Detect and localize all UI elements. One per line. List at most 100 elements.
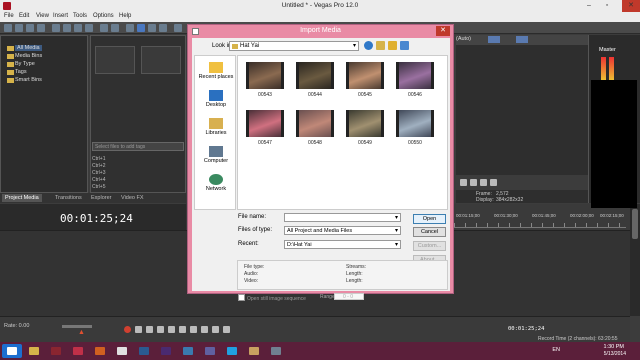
app2-icon[interactable] <box>178 344 198 358</box>
preview-overlay-icon[interactable] <box>516 36 528 43</box>
vertical-scrollbar[interactable] <box>630 204 640 316</box>
tab-video-fx[interactable]: Video FX <box>118 194 147 202</box>
tree-all-media[interactable]: All Media <box>15 45 42 51</box>
place-desktop[interactable]: Desktop <box>195 90 237 108</box>
loop-icon[interactable] <box>135 326 142 333</box>
media-icon[interactable] <box>68 344 88 358</box>
file-item[interactable]: 00545 <box>346 62 384 102</box>
paste-icon[interactable] <box>85 24 93 32</box>
minimize-button[interactable]: – <box>580 0 598 12</box>
stop-icon[interactable] <box>179 326 186 333</box>
open-icon[interactable] <box>15 24 23 32</box>
tab-transitions[interactable]: Transitions <box>52 194 85 202</box>
paint-icon[interactable] <box>244 344 264 358</box>
tree-smart-bins[interactable]: Smart Bins <box>15 77 42 83</box>
redo-icon[interactable] <box>111 24 119 32</box>
tags-input[interactable]: Select files to add tags <box>92 142 184 151</box>
preview-grid-icon[interactable] <box>488 36 500 43</box>
menu-file[interactable]: File <box>4 13 14 19</box>
premiere-icon[interactable] <box>156 344 176 358</box>
place-libraries[interactable]: Libraries <box>195 118 237 136</box>
folder-icon[interactable] <box>24 344 44 358</box>
open-still-sequence-checkbox[interactable]: Open still image sequence <box>238 294 306 302</box>
files-of-type-select[interactable]: All Project and Media Files <box>284 226 401 235</box>
go-to-end-icon[interactable] <box>201 326 208 333</box>
file-item[interactable]: 00550 <box>396 110 434 150</box>
video-thumbnail <box>399 110 431 137</box>
play-from-start-icon[interactable] <box>146 326 153 333</box>
app-icon[interactable] <box>90 344 110 358</box>
tree-by-type[interactable]: By Type <box>15 61 35 67</box>
preview-play-icon[interactable] <box>460 179 467 186</box>
prev-frame-icon[interactable] <box>212 326 219 333</box>
look-in-select[interactable]: Hat Yai <box>229 41 359 51</box>
tree-tags[interactable]: Tags <box>15 69 27 75</box>
menu-view[interactable]: View <box>36 13 49 19</box>
video-icon[interactable] <box>200 344 220 358</box>
place-computer[interactable]: Computer <box>195 146 237 164</box>
maximize-button[interactable]: ▫ <box>598 0 616 12</box>
preview-loop-icon[interactable] <box>490 179 497 186</box>
start-button[interactable] <box>2 344 22 358</box>
file-item[interactable]: 00543 <box>246 62 284 102</box>
tab-project-media[interactable]: Project Media <box>2 194 42 202</box>
tool-icon[interactable] <box>266 344 286 358</box>
back-icon[interactable] <box>364 41 373 50</box>
render-icon[interactable] <box>52 24 60 32</box>
range-input[interactable]: 0 - 0 <box>334 293 364 300</box>
place-recent[interactable]: Recent places <box>195 62 237 80</box>
snapping-icon[interactable] <box>174 24 182 32</box>
cancel-button[interactable]: Cancel <box>413 227 446 237</box>
menu-edit[interactable]: Edit <box>19 13 29 19</box>
up-folder-icon[interactable] <box>376 41 385 50</box>
preview-stop-icon[interactable] <box>480 179 487 186</box>
cut-icon[interactable] <box>63 24 71 32</box>
rate-slider[interactable] <box>62 325 92 328</box>
file-item[interactable]: 00548 <box>296 110 334 150</box>
dialog-close-button[interactable]: ✕ <box>436 26 450 36</box>
language-indicator[interactable]: EN <box>552 347 560 353</box>
edit-tool-icon[interactable] <box>126 24 134 32</box>
file-item[interactable]: 00547 <box>246 110 284 150</box>
next-frame-icon[interactable] <box>223 326 230 333</box>
file-item[interactable]: 00549 <box>346 110 384 150</box>
view-menu-icon[interactable] <box>400 41 409 50</box>
menu-options[interactable]: Options <box>93 13 114 19</box>
undo-icon[interactable] <box>100 24 108 32</box>
preview-pause-icon[interactable] <box>470 179 477 186</box>
media-thumb[interactable] <box>95 46 135 74</box>
new-folder-icon[interactable] <box>388 41 397 50</box>
menu-insert[interactable]: Insert <box>53 13 68 19</box>
go-to-start-icon[interactable] <box>190 326 197 333</box>
menu-tools[interactable]: Tools <box>73 13 87 19</box>
media-thumb[interactable] <box>141 46 181 74</box>
copy-icon[interactable] <box>74 24 82 32</box>
file-item[interactable]: 00544 <box>296 62 334 102</box>
selection-tool-icon[interactable] <box>159 24 167 32</box>
file-name-input[interactable] <box>284 213 401 222</box>
vegas-icon[interactable] <box>46 344 66 358</box>
custom-button[interactable]: Custom... <box>413 241 446 251</box>
envelope-tool-icon[interactable] <box>148 24 156 32</box>
preview-quality-select[interactable]: (Auto) <box>456 36 471 42</box>
record-icon[interactable] <box>124 326 131 333</box>
save-icon[interactable] <box>26 24 34 32</box>
new-icon[interactable] <box>4 24 12 32</box>
chrome-icon[interactable] <box>112 344 132 358</box>
file-item[interactable]: 00546 <box>396 62 434 102</box>
tree-media-bins[interactable]: Media Bins <box>15 53 42 59</box>
tab-explorer[interactable]: Explorer <box>88 194 114 202</box>
close-button[interactable]: ✕ <box>622 0 640 12</box>
play-icon[interactable] <box>157 326 164 333</box>
menu-help[interactable]: Help <box>119 13 131 19</box>
clock-time[interactable]: 1:30 PM <box>604 344 624 350</box>
normal-edit-icon[interactable] <box>137 24 145 32</box>
properties-icon[interactable] <box>37 24 45 32</box>
pause-icon[interactable] <box>168 326 175 333</box>
photoshop-icon[interactable] <box>134 344 154 358</box>
recent-select[interactable]: D:\Hat Yai <box>284 240 401 249</box>
place-network[interactable]: Network <box>195 174 237 192</box>
skype-icon[interactable] <box>222 344 242 358</box>
scrollbar-thumb[interactable] <box>632 209 638 239</box>
open-button[interactable]: Open <box>413 214 446 224</box>
